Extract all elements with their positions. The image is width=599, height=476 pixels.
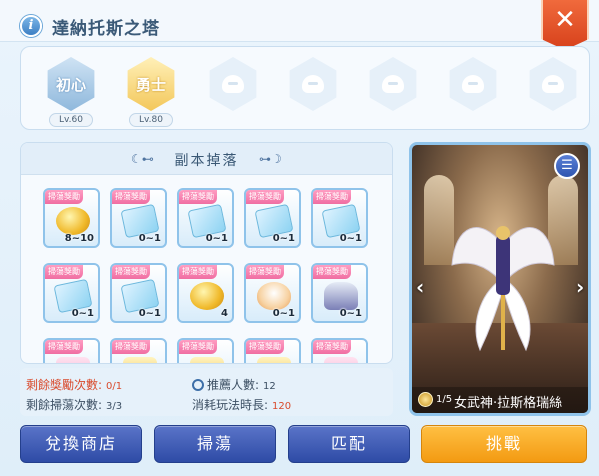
locked-difficulty-icon [529,57,577,111]
remaining-sweeps: 剩餘掃蕩次數: 3/3 [26,398,123,412]
reward-item[interactable]: 掃蕩獎勵 0~1 [177,188,234,248]
reward-item[interactable]: 掃蕩獎勵 0~1 [110,263,167,323]
sweep-reward-tag: 掃蕩獎勵 [246,190,284,204]
remaining-rewards: 剩餘獎勵次數: 0/1 [26,378,123,392]
boss-preview: ☰ ‹ › 1/5 女武神·拉斯格瑞絲 [409,142,591,416]
stats-panel: 剩餘獎勵次數: 0/1 剩餘掃蕩次數: 3/3 推薦人數: 12 消耗玩法時長: 120 [20,368,393,416]
reward-item[interactable]: 掃蕩獎勵 0~1 [110,188,167,248]
challenge-button[interactable]: 挑戰 [421,425,587,463]
exchange-shop-button[interactable]: 兌換商店 [20,425,142,463]
locked-difficulty-icon [209,57,257,111]
boss-label: 1/5 女武神·拉斯格瑞絲 [412,387,588,413]
sweep-reward-tag: 掃蕩獎勵 [45,340,83,354]
sweep-reward-tag: 掃蕩獎勵 [246,340,284,354]
difficulty-badge: 勇士 [127,57,175,111]
recommended-players: 推薦人數: 12 [192,376,276,393]
locked-difficulty-icon [369,57,417,111]
reward-item[interactable]: 掃蕩獎勵 0~1 [244,263,301,323]
sweep-reward-tag: 掃蕩獎勵 [313,265,351,279]
close-button[interactable]: ✕ [541,0,589,50]
header-bar: i 達納托斯之塔 [0,0,599,42]
reward-item[interactable]: 掃蕩獎勵 0~1 [311,188,368,248]
next-boss-icon[interactable]: › [576,275,584,299]
locked-difficulty-icon [289,57,337,111]
sweep-reward-tag: 掃蕩獎勵 [313,340,351,354]
locked-difficulty-icon [449,57,497,111]
coin-icon [190,282,224,310]
difficulty-level: Lv.80 [129,113,173,127]
drop-title: 副本掉落 [174,153,239,169]
list-menu-icon[interactable]: ☰ [554,153,580,179]
play-duration: 消耗玩法時長: 120 [192,398,292,412]
reward-item[interactable]: 掃蕩獎勵 [177,338,234,363]
info-icon[interactable]: i [20,15,42,37]
drop-panel: ☾⊷ 副本掉落 ⊶☽ 掃蕩獎勵 8~10 掃蕩獎勵 0~1 掃蕩獎勵 0~1 掃蕩獎勵 0~1… [20,142,393,364]
difficulty-locked[interactable] [523,57,583,129]
gold-icon [123,357,157,363]
sweep-reward-tag: 掃蕩獎勵 [313,190,351,204]
difficulty-badge: 初心 [47,57,95,111]
difficulty-selector: 初心 Lv.60 勇士 Lv.80 [20,46,590,130]
pink-icon [56,357,90,363]
sweep-reward-tag: 掃蕩獎勵 [45,265,83,279]
drop-header: ☾⊷ 副本掉落 ⊶☽ [21,143,392,175]
page-title: 達納托斯之塔 [52,19,160,39]
clock-icon [192,379,204,391]
sweep-reward-tag: 掃蕩獎勵 [112,265,150,279]
reward-item[interactable]: 掃蕩獎勵 [110,338,167,363]
sweep-reward-tag: 掃蕩獎勵 [179,190,217,204]
reward-item[interactable]: 掃蕩獎勵 [244,338,301,363]
match-button[interactable]: 匹配 [288,425,410,463]
reward-item[interactable]: 掃蕩獎勵 0~1 [311,263,368,323]
difficulty-warrior[interactable]: 勇士 Lv.80 [121,57,181,129]
reward-quantity: 0~1 [138,233,161,244]
boss-page: 1/5 [436,394,453,405]
gold-icon [257,357,291,363]
sweep-reward-tag: 掃蕩獎勵 [112,190,150,204]
reward-quantity: 0~1 [339,308,362,319]
sweep-button[interactable]: 掃蕩 [154,425,276,463]
difficulty-locked[interactable] [363,57,423,129]
reward-quantity: 0~1 [272,233,295,244]
difficulty-level: Lv.60 [49,113,93,127]
sweep-reward-tag: 掃蕩獎勵 [179,265,217,279]
reward-item[interactable]: 掃蕩獎勵 0~1 [43,263,100,323]
prev-boss-icon[interactable]: ‹ [416,275,424,299]
reward-item[interactable]: 掃蕩獎勵 4 [177,263,234,323]
pink-icon [324,357,358,363]
gold-icon [190,357,224,363]
egg-icon [257,282,291,310]
reward-item[interactable]: 掃蕩獎勵 8~10 [43,188,100,248]
reward-quantity: 4 [221,308,228,319]
helm-icon [324,282,358,310]
difficulty-beginner[interactable]: 初心 Lv.60 [41,57,101,129]
sweep-reward-tag: 掃蕩獎勵 [45,190,83,204]
reward-item[interactable]: 掃蕩獎勵 [311,338,368,363]
reward-quantity: 0~1 [71,308,94,319]
boss-name: 女武神·拉斯格瑞絲 [454,396,563,411]
reward-item[interactable]: 掃蕩獎勵 0~1 [244,188,301,248]
coin-icon [56,207,90,235]
moon-deco-icon: ⊶☽ [259,152,282,166]
reward-quantity: 8~10 [64,233,94,244]
reward-quantity: 0~1 [272,308,295,319]
difficulty-locked[interactable] [283,57,343,129]
sweep-reward-tag: 掃蕩獎勵 [246,265,284,279]
dungeon-window: i 達納托斯之塔 ✕ 初心 Lv.60 勇士 Lv.80 ☾⊷ 副本掉落 ⊶☽ … [0,0,599,476]
difficulty-locked[interactable] [203,57,263,129]
sweep-reward-tag: 掃蕩獎勵 [179,340,217,354]
reward-quantity: 0~1 [205,233,228,244]
boss-figure-icon [451,226,555,352]
reward-item[interactable]: 掃蕩獎勵 [43,338,100,363]
sweep-reward-tag: 掃蕩獎勵 [112,340,150,354]
difficulty-locked[interactable] [443,57,503,129]
medal-icon [418,392,433,407]
reward-quantity: 0~1 [138,308,161,319]
reward-quantity: 0~1 [339,233,362,244]
